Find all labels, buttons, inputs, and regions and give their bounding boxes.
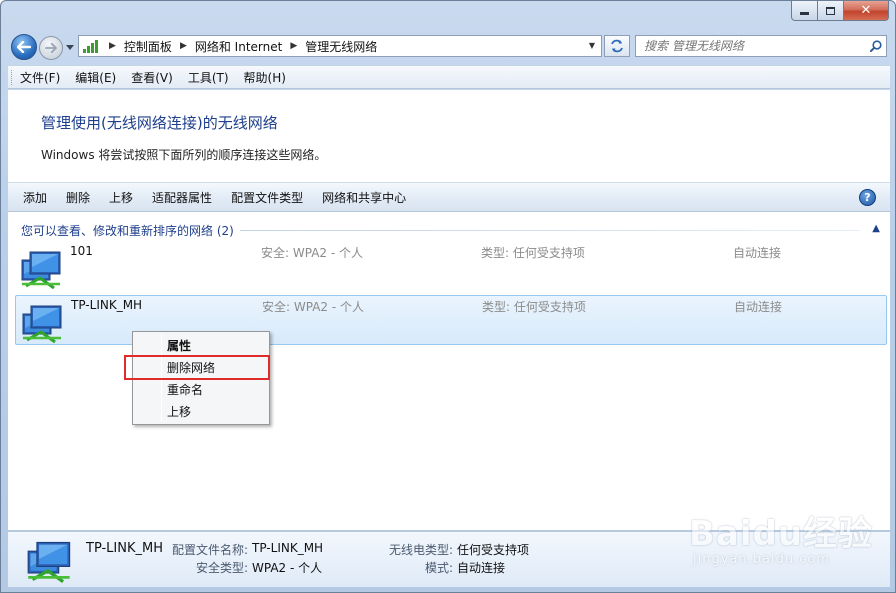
arrow-right-icon bbox=[45, 43, 57, 53]
content-area: 管理使用(无线网络连接)的无线网络 Windows 将尝试按照下面所列的顺序连接… bbox=[8, 90, 890, 530]
baidu-watermark: Baidu经验 jingyan.baidu.com bbox=[689, 506, 889, 586]
close-button[interactable]: ✕ bbox=[844, 1, 889, 21]
search-box[interactable] bbox=[635, 35, 887, 57]
command-bar: 添加 删除 上移 适配器属性 配置文件类型 网络和共享中心 ? bbox=[8, 182, 890, 212]
minimize-icon bbox=[800, 12, 809, 15]
breadcrumb-separator-icon[interactable]: ▶ bbox=[290, 41, 297, 51]
details-mode-label: 模式: bbox=[425, 561, 454, 575]
profile-type-button[interactable]: 配置文件类型 bbox=[231, 189, 303, 206]
add-button[interactable]: 添加 bbox=[23, 189, 47, 206]
group-header[interactable]: 您可以查看、修改和重新排序的网络 (2) ▲ bbox=[8, 220, 890, 238]
wireless-network-icon bbox=[27, 541, 71, 584]
page-description: Windows 将尝试按照下面所列的顺序连接这些网络。 bbox=[41, 148, 327, 162]
details-profile-value: TP-LINK_MH bbox=[252, 541, 324, 555]
menu-help[interactable]: 帮助(H) bbox=[244, 69, 286, 86]
network-ssid: TP-LINK_MH bbox=[71, 298, 143, 312]
wireless-network-icon bbox=[21, 251, 61, 290]
network-type: 类型: 任何受支持项 bbox=[482, 300, 586, 314]
page-title: 管理使用(无线网络连接)的无线网络 bbox=[41, 114, 278, 132]
menu-tools[interactable]: 工具(T) bbox=[188, 69, 229, 86]
menu-edit[interactable]: 编辑(E) bbox=[75, 69, 116, 86]
group-title: 您可以查看、修改和重新排序的网络 (2) bbox=[21, 224, 234, 238]
help-icon: ? bbox=[864, 191, 871, 204]
move-up-button[interactable]: 上移 bbox=[109, 189, 133, 206]
watermark-brand: Baidu经验 bbox=[689, 514, 874, 554]
refresh-button[interactable] bbox=[604, 35, 630, 57]
chevron-down-icon bbox=[66, 44, 74, 50]
caption-buttons: ✕ bbox=[791, 1, 889, 21]
context-move-up[interactable]: 上移 bbox=[167, 403, 191, 420]
maximize-button[interactable] bbox=[818, 1, 844, 21]
network-security: 安全: WPA2 - 个人 bbox=[261, 246, 363, 260]
highlight-box bbox=[124, 355, 270, 380]
breadcrumb-control-panel[interactable]: 控制面板 bbox=[124, 38, 172, 55]
details-mode-value: 自动连接 bbox=[457, 561, 506, 575]
address-bar[interactable]: ▶ 控制面板 ▶ 网络和 Internet ▶ 管理无线网络 ▼ bbox=[78, 35, 602, 57]
network-security: 安全: WPA2 - 个人 bbox=[262, 300, 364, 314]
maximize-icon bbox=[826, 6, 835, 15]
context-rename[interactable]: 重命名 bbox=[167, 381, 203, 398]
details-security-label: 安全类型: bbox=[196, 561, 249, 575]
network-signal-icon bbox=[83, 39, 101, 53]
recent-pages-dropdown[interactable] bbox=[65, 41, 75, 53]
details-network-name: TP-LINK_MH bbox=[86, 541, 164, 556]
menu-file[interactable]: 文件(F) bbox=[20, 69, 60, 86]
help-button[interactable]: ? bbox=[859, 189, 876, 206]
network-sharing-center-button[interactable]: 网络和共享中心 bbox=[322, 189, 406, 206]
back-button[interactable] bbox=[11, 34, 37, 60]
arrow-left-icon bbox=[17, 41, 31, 53]
details-radio-label: 无线电类型: bbox=[389, 543, 454, 557]
network-type: 类型: 任何受支持项 bbox=[481, 246, 585, 260]
address-dropdown-icon[interactable]: ▼ bbox=[589, 41, 595, 50]
menu-grip bbox=[11, 70, 14, 85]
window: ✕ ▶ 控制面板 ▶ 网络和 Internet ▶ 管理无线网络 ▼ 文件(F)… bbox=[0, 0, 896, 593]
watermark-url: jingyan.baidu.com bbox=[693, 552, 830, 567]
menu-view[interactable]: 查看(V) bbox=[131, 69, 173, 86]
collapse-chevron-icon[interactable]: ▲ bbox=[872, 223, 880, 234]
adapter-properties-button[interactable]: 适配器属性 bbox=[152, 189, 212, 206]
wireless-network-icon bbox=[22, 305, 62, 344]
details-radio-value: 任何受支持项 bbox=[457, 543, 530, 557]
search-icon[interactable] bbox=[866, 40, 886, 52]
breadcrumb-network-internet[interactable]: 网络和 Internet bbox=[195, 38, 282, 55]
network-row-101[interactable]: 101 安全: WPA2 - 个人 类型: 任何受支持项 自动连接 bbox=[15, 242, 887, 292]
network-mode: 自动连接 bbox=[733, 246, 782, 260]
context-properties[interactable]: 属性 bbox=[167, 337, 191, 354]
breadcrumb-separator-icon[interactable]: ▶ bbox=[109, 41, 116, 51]
refresh-icon bbox=[611, 39, 623, 53]
details-profile-label: 配置文件名称: bbox=[172, 543, 249, 557]
network-mode: 自动连接 bbox=[734, 300, 783, 314]
menu-bar: 文件(F) 编辑(E) 查看(V) 工具(T) 帮助(H) bbox=[8, 65, 890, 89]
minimize-button[interactable] bbox=[791, 1, 818, 21]
close-icon: ✕ bbox=[860, 3, 872, 18]
delete-button[interactable]: 删除 bbox=[66, 189, 90, 206]
breadcrumb-manage-wireless[interactable]: 管理无线网络 bbox=[305, 38, 377, 55]
group-divider bbox=[240, 230, 860, 231]
search-input[interactable] bbox=[636, 39, 866, 53]
network-ssid: 101 bbox=[70, 244, 93, 258]
details-security-value: WPA2 - 个人 bbox=[252, 561, 323, 575]
breadcrumb-separator-icon[interactable]: ▶ bbox=[180, 41, 187, 51]
forward-button[interactable] bbox=[39, 36, 63, 60]
